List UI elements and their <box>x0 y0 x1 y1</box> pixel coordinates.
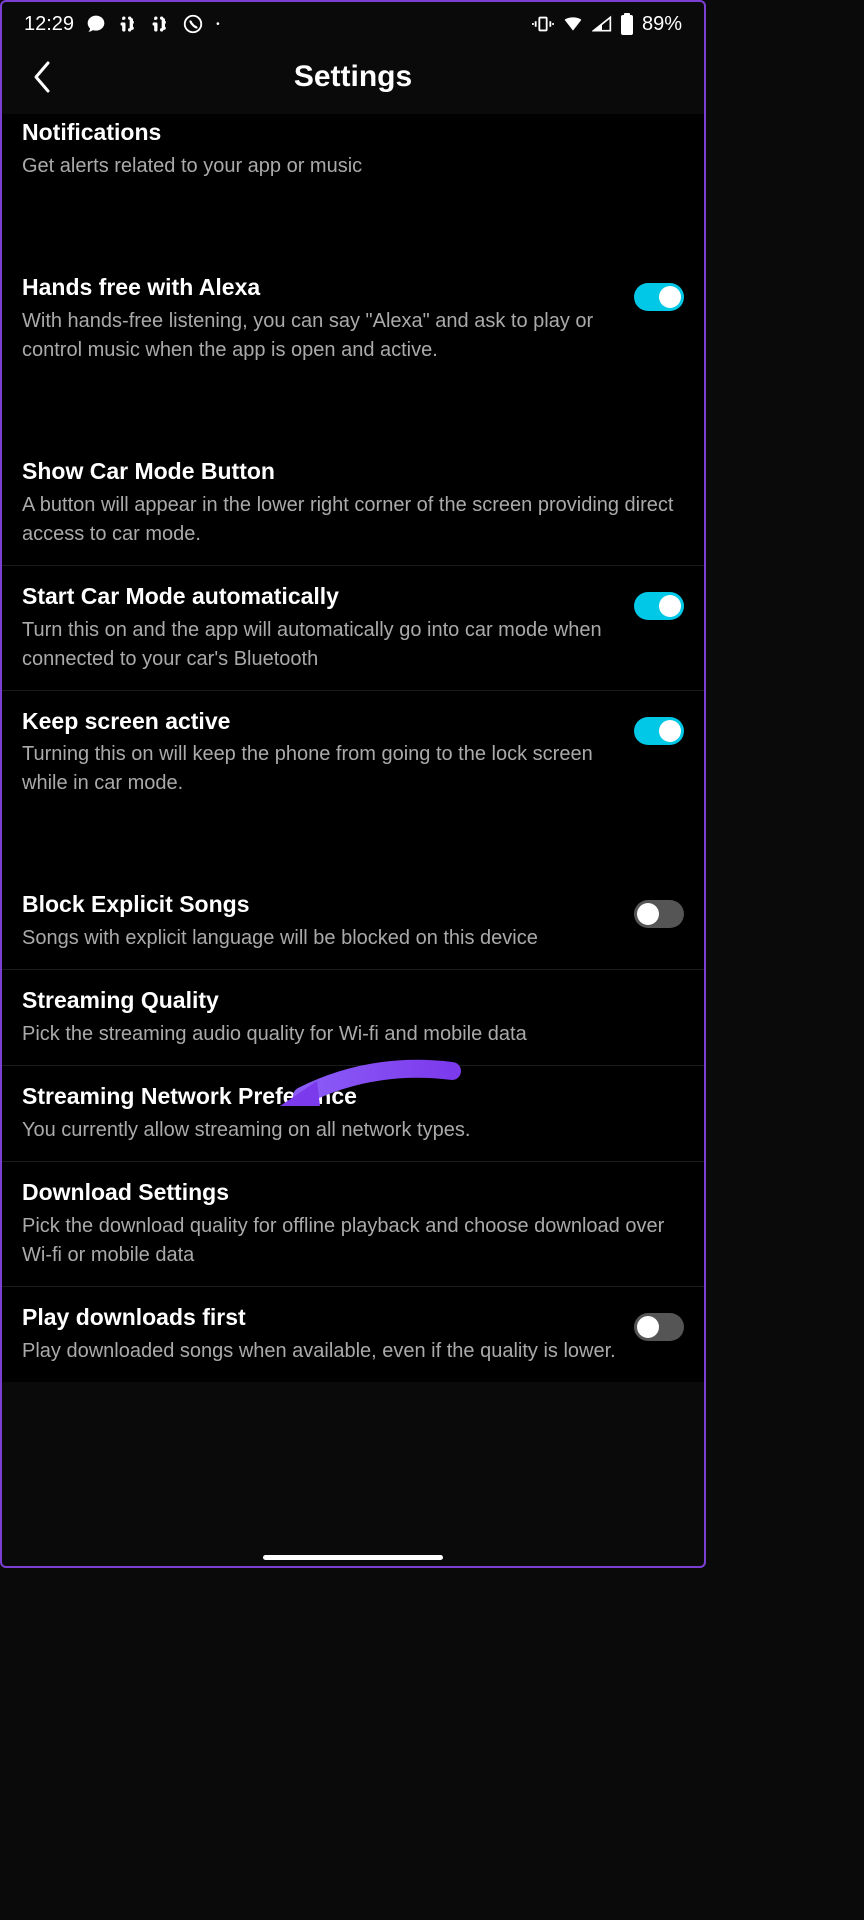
setting-desc: Get alerts related to your app or music <box>22 152 684 181</box>
setting-download[interactable]: Download Settings Pick the download qual… <box>2 1162 704 1287</box>
setting-desc: Pick the streaming audio quality for Wi-… <box>22 1020 684 1049</box>
battery-percent: 89% <box>642 13 682 36</box>
signal-icon <box>592 14 612 34</box>
toggle-block-explicit[interactable] <box>634 900 684 928</box>
setting-title: Streaming Network Preference <box>22 1082 684 1112</box>
setting-text: Block Explicit Songs Songs with explicit… <box>22 890 618 953</box>
setting-text: Start Car Mode automatically Turn this o… <box>22 582 618 674</box>
setting-streaming-network[interactable]: Streaming Network Preference You current… <box>2 1066 704 1162</box>
status-time: 12:29 <box>24 13 74 36</box>
setting-streaming-quality[interactable]: Streaming Quality Pick the streaming aud… <box>2 970 704 1066</box>
setting-desc: You currently allow streaming on all net… <box>22 1116 684 1145</box>
setting-desc: Songs with explicit language will be blo… <box>22 924 618 953</box>
setting-title: Hands free with Alexa <box>22 273 618 303</box>
setting-text: Streaming Quality Pick the streaming aud… <box>22 986 684 1049</box>
chevron-left-icon <box>30 59 54 95</box>
setting-block-explicit[interactable]: Block Explicit Songs Songs with explicit… <box>2 874 704 970</box>
status-bar: 12:29 • 89% <box>2 2 704 46</box>
setting-title: Play downloads first <box>22 1303 618 1333</box>
wifi-icon <box>562 14 584 34</box>
vibrate-icon <box>532 13 554 35</box>
setting-car-mode-auto[interactable]: Start Car Mode automatically Turn this o… <box>2 566 704 691</box>
toggle-alexa[interactable] <box>634 283 684 311</box>
setting-text: Download Settings Pick the download qual… <box>22 1178 684 1270</box>
setting-text: Streaming Network Preference You current… <box>22 1082 684 1145</box>
setting-desc: Turn this on and the app will automatica… <box>22 616 618 674</box>
setting-title: Block Explicit Songs <box>22 890 618 920</box>
setting-desc: Turning this on will keep the phone from… <box>22 740 618 798</box>
setting-title: Streaming Quality <box>22 986 684 1016</box>
setting-play-downloads-first[interactable]: Play downloads first Play downloaded son… <box>2 1287 704 1382</box>
toggle-play-downloads-first[interactable] <box>634 1313 684 1341</box>
setting-screen-active[interactable]: Keep screen active Turning this on will … <box>2 691 704 815</box>
dot-icon: • <box>216 19 220 30</box>
settings-list: Notifications Get alerts related to your… <box>2 114 704 1382</box>
setting-title: Show Car Mode Button <box>22 457 684 487</box>
setting-text: Hands free with Alexa With hands-free li… <box>22 273 618 365</box>
header: Settings <box>2 46 704 114</box>
setting-desc: With hands-free listening, you can say "… <box>22 307 618 365</box>
toggle-car-mode-auto[interactable] <box>634 592 684 620</box>
setting-title: Start Car Mode automatically <box>22 582 618 612</box>
setting-alexa[interactable]: Hands free with Alexa With hands-free li… <box>2 257 704 381</box>
setting-desc: Pick the download quality for offline pl… <box>22 1212 684 1270</box>
chat-bubble-icon <box>86 14 106 34</box>
status-bar-left: 12:29 • <box>24 13 220 36</box>
battery-icon <box>620 13 634 35</box>
back-button[interactable] <box>20 55 64 99</box>
page-title: Settings <box>20 60 686 94</box>
slack-icon <box>118 14 138 34</box>
setting-text: Keep screen active Turning this on will … <box>22 707 618 799</box>
setting-notifications[interactable]: Notifications Get alerts related to your… <box>2 114 704 197</box>
nav-home-indicator[interactable] <box>263 1555 443 1560</box>
toggle-screen-active[interactable] <box>634 717 684 745</box>
setting-desc: Play downloaded songs when available, ev… <box>22 1337 618 1366</box>
setting-text: Notifications Get alerts related to your… <box>22 118 684 181</box>
slack-icon-2 <box>150 14 170 34</box>
setting-title: Download Settings <box>22 1178 684 1208</box>
setting-desc: A button will appear in the lower right … <box>22 491 684 549</box>
whatsapp-icon <box>182 13 204 35</box>
status-bar-right: 89% <box>532 13 682 36</box>
setting-title: Keep screen active <box>22 707 618 737</box>
setting-car-mode-button[interactable]: Show Car Mode Button A button will appea… <box>2 441 704 566</box>
setting-text: Show Car Mode Button A button will appea… <box>22 457 684 549</box>
setting-title: Notifications <box>22 118 684 148</box>
setting-text: Play downloads first Play downloaded son… <box>22 1303 618 1366</box>
